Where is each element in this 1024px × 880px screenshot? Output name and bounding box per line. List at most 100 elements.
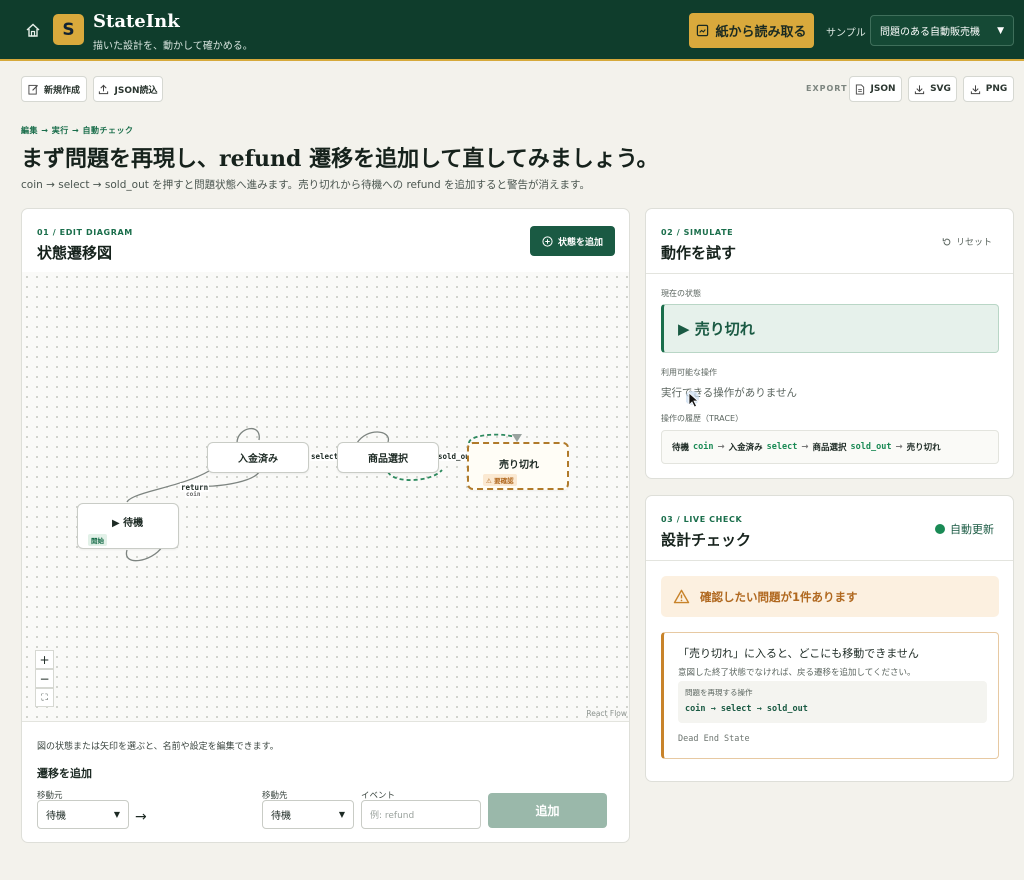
current-state-box: ▶ 売り切れ	[661, 304, 999, 353]
node-idle[interactable]: ▶ 待機 開始	[77, 503, 179, 549]
issue-description: 意図した終了状態でなければ、戻る遷移を追加してください。	[678, 668, 916, 678]
status-dot-icon	[935, 524, 945, 534]
to-select[interactable]: 待機 ▼	[262, 800, 354, 829]
reset-button[interactable]: リセット	[942, 235, 992, 248]
app-header: S StateInk 描いた設計を、動かして確かめる。 紙から読み取る サンプル…	[0, 0, 1024, 61]
event-input[interactable]: 例: refund	[361, 800, 481, 829]
trace-arrow: →	[801, 442, 809, 452]
trace-event: sold_out	[850, 442, 892, 452]
download-icon	[914, 84, 925, 94]
react-flow-attribution[interactable]: React Flow	[586, 709, 627, 718]
download-icon	[970, 84, 980, 94]
trace-arrow: →	[717, 442, 725, 452]
start-badge: 開始	[88, 534, 107, 546]
diagram-canvas[interactable]: select sold_out return coin 入金済み 商品選択 売り…	[22, 272, 629, 721]
scan-paper-button[interactable]: 紙から読み取る	[689, 13, 814, 48]
app-title: StateInk	[93, 11, 180, 32]
diagram-title: 状態遷移図	[37, 244, 113, 262]
edge-label-coin[interactable]: coin	[185, 491, 202, 498]
page-title: まず問題を再現し、refund 遷移を追加して直してみましょう。	[21, 146, 659, 172]
new-file-button[interactable]: 新規作成	[21, 76, 87, 102]
available-actions-label: 利用可能な操作	[661, 368, 717, 377]
issue-card[interactable]: 「売り切れ」に入ると、どこにも移動できません 意図した終了状態でなければ、戻る遷…	[661, 632, 999, 759]
from-value: 待機	[46, 811, 66, 822]
app-logo: S	[53, 14, 84, 45]
chevron-down-icon: ▼	[338, 810, 345, 819]
scan-icon	[697, 24, 709, 37]
edge-idle-loop	[125, 546, 163, 562]
node-paid[interactable]: 入金済み	[207, 442, 309, 473]
zoom-out-button[interactable]: −	[35, 669, 54, 688]
node-label: ▶ 待機	[112, 518, 144, 529]
edit-icon	[28, 84, 38, 95]
arrow-icon: →	[135, 809, 147, 825]
export-label: EXPORT	[806, 84, 848, 93]
divider	[646, 273, 1013, 274]
load-json-label: JSON読込	[114, 85, 158, 96]
alert-banner: 確認したい問題が1件あります	[661, 576, 999, 617]
zoom-in-button[interactable]: +	[35, 650, 54, 669]
diagram-hint: 図の状態または矢印を選ぶと、名前や設定を編集できます。	[37, 742, 279, 752]
handle-marker	[512, 434, 522, 442]
plus-circle-icon	[542, 235, 553, 247]
check-section-tag: 03 / LIVE CHECK	[661, 515, 743, 524]
sample-select-value: 問題のある自動販売機	[880, 27, 980, 38]
reset-icon	[942, 237, 951, 245]
sample-select[interactable]: 問題のある自動販売機 ▼	[870, 15, 1014, 46]
trace-state: 売り切れ	[906, 443, 941, 453]
no-actions-text: 実行できる操作がありません	[661, 387, 797, 399]
warning-badge: ⚠ 要確認	[483, 474, 517, 486]
cursor-icon	[686, 391, 700, 408]
fit-view-button[interactable]: ⛶	[35, 688, 54, 707]
breadcrumb: 編集 → 実行 → 自動チェック	[21, 126, 134, 135]
simulate-section-tag: 02 / SIMULATE	[661, 228, 734, 237]
add-transition-title: 遷移を追加	[37, 767, 92, 780]
chevron-down-icon: ▼	[997, 25, 1004, 36]
add-transition-button[interactable]: 追加	[488, 793, 607, 828]
reset-label: リセット	[956, 238, 993, 248]
file-icon	[856, 83, 865, 95]
edge-paid-loop	[236, 428, 260, 444]
scan-button-label: 紙から読み取る	[715, 25, 807, 40]
trace-state: 商品選択	[812, 443, 847, 453]
trace-arrow: →	[895, 442, 903, 452]
alert-text: 確認したい問題が1件あります	[700, 589, 858, 604]
node-select[interactable]: 商品選択	[337, 442, 439, 473]
diagram-panel: 01 / EDIT DIAGRAM 状態遷移図 状態を追加 select sol…	[21, 208, 630, 843]
export-json-button[interactable]: JSON	[849, 76, 902, 102]
divider	[646, 560, 1013, 561]
warning-icon	[673, 589, 690, 604]
export-json-label: JSON	[870, 84, 896, 94]
app-tagline: 描いた設計を、動かして確かめる。	[93, 41, 253, 52]
trace-box: 待機 coin → 入金済み select → 商品選択 sold_out → …	[661, 430, 999, 464]
repro-label: 問題を再現する操作	[685, 688, 753, 697]
auto-update-status: 自動更新	[935, 521, 994, 537]
diagram-section-tag: 01 / EDIT DIAGRAM	[37, 228, 133, 237]
current-state-value: ▶ 売り切れ	[678, 320, 755, 338]
node-label: 売り切れ	[499, 460, 539, 471]
simulate-panel: 02 / SIMULATE 動作を試す リセット 現在の状態 ▶ 売り切れ 利用…	[645, 208, 1014, 479]
from-select[interactable]: 待機 ▼	[37, 800, 129, 829]
auto-update-label: 自動更新	[950, 523, 994, 536]
add-state-label: 状態を追加	[557, 237, 603, 248]
node-label: 商品選択	[368, 454, 408, 465]
add-state-button[interactable]: 状態を追加	[530, 226, 615, 256]
to-value: 待機	[271, 811, 291, 822]
check-title: 設計チェック	[661, 531, 752, 549]
trace-label: 操作の履歴（TRACE）	[661, 414, 744, 423]
page-description: coin → select → sold_out を押すと問題状態へ進みます。売…	[21, 179, 590, 191]
export-png-button[interactable]: PNG	[963, 76, 1014, 102]
current-state-label: 現在の状態	[661, 289, 701, 298]
sample-label: サンプル	[826, 28, 866, 39]
node-label: 入金済み	[238, 454, 278, 465]
upload-icon	[99, 84, 109, 94]
node-sold-out[interactable]: 売り切れ ⚠ 要確認	[467, 442, 569, 490]
home-icon[interactable]	[25, 22, 41, 38]
edge-label-select[interactable]: select	[310, 452, 340, 461]
load-json-button[interactable]: JSON読込	[93, 76, 163, 102]
issue-title: 「売り切れ」に入ると、どこにも移動できません	[678, 647, 919, 660]
trace-state: 待機	[672, 443, 690, 453]
divider	[22, 721, 629, 722]
check-panel: 03 / LIVE CHECK 設計チェック 自動更新 確認したい問題が1件あり…	[645, 495, 1014, 782]
export-svg-button[interactable]: SVG	[908, 76, 957, 102]
